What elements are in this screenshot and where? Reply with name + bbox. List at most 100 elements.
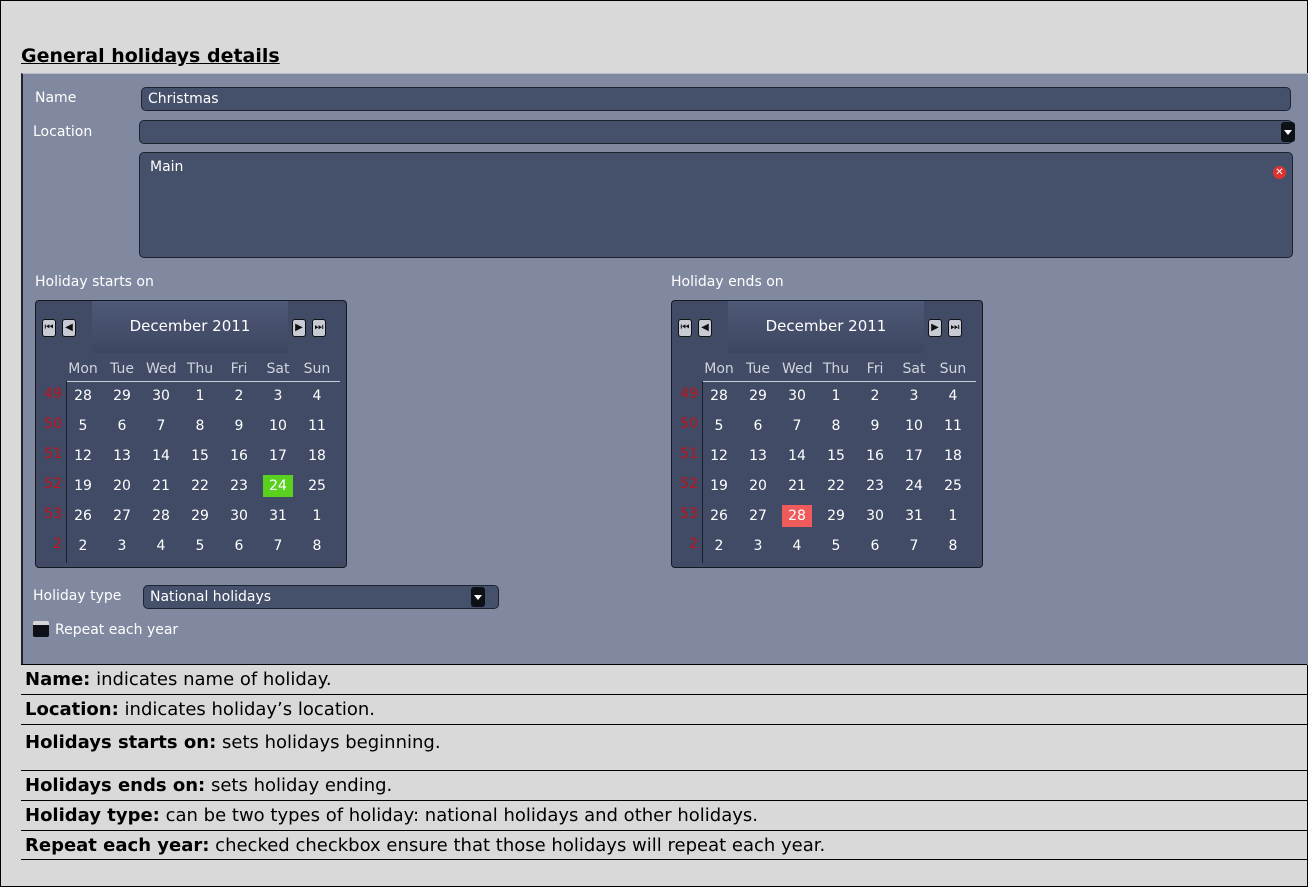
calendar-day[interactable]: 25 xyxy=(302,475,332,497)
location-dropdown-arrow-icon[interactable] xyxy=(1281,122,1295,142)
calendar-day[interactable]: 1 xyxy=(185,385,215,407)
calendar-day[interactable]: 16 xyxy=(224,445,254,467)
calendar-day[interactable]: 28 xyxy=(704,385,734,407)
calendar-day[interactable]: 29 xyxy=(185,505,215,527)
calendar-day[interactable]: 19 xyxy=(704,475,734,497)
next-year-icon[interactable]: ⏭ xyxy=(312,319,326,337)
calendar-day[interactable]: 5 xyxy=(68,415,98,437)
remove-location-icon[interactable]: ✕ xyxy=(1273,166,1286,179)
calendar-day[interactable]: 3 xyxy=(743,535,773,557)
calendar-day[interactable]: 27 xyxy=(107,505,137,527)
name-field[interactable]: Christmas xyxy=(141,87,1291,111)
calendar-day[interactable]: 2 xyxy=(860,385,890,407)
calendar-day[interactable]: 27 xyxy=(743,505,773,527)
calendar-day[interactable]: 31 xyxy=(263,505,293,527)
calendar-day[interactable]: 6 xyxy=(224,535,254,557)
calendar-day[interactable]: 7 xyxy=(899,535,929,557)
calendar-day[interactable]: 11 xyxy=(938,415,968,437)
calendar-day[interactable]: 24 xyxy=(263,475,293,497)
calendar-day[interactable]: 16 xyxy=(860,445,890,467)
holiday-type-dropdown[interactable]: National holidays xyxy=(143,585,499,609)
calendar-day[interactable]: 8 xyxy=(821,415,851,437)
calendar-day[interactable]: 13 xyxy=(107,445,137,467)
calendar-day[interactable]: 8 xyxy=(302,535,332,557)
calendar-day[interactable]: 6 xyxy=(107,415,137,437)
calendar-day[interactable]: 14 xyxy=(782,445,812,467)
repeat-checkbox[interactable] xyxy=(33,621,49,637)
calendar-day[interactable]: 4 xyxy=(938,385,968,407)
calendar-day[interactable]: 26 xyxy=(68,505,98,527)
calendar-day[interactable]: 7 xyxy=(146,415,176,437)
calendar-day[interactable]: 24 xyxy=(899,475,929,497)
calendar-day[interactable]: 18 xyxy=(938,445,968,467)
next-month-icon[interactable]: ▶ xyxy=(292,319,306,337)
calendar-day[interactable]: 31 xyxy=(899,505,929,527)
prev-year-icon[interactable]: ⏮ xyxy=(678,319,692,337)
calendar-day[interactable]: 21 xyxy=(782,475,812,497)
calendar-day[interactable]: 4 xyxy=(302,385,332,407)
calendar-day[interactable]: 12 xyxy=(704,445,734,467)
end-calendar[interactable]: ⏮ ◀ December 2011 ▶ ⏭ Mon Tue Wed Thu Fri Sat Sun 49… xyxy=(671,300,983,568)
calendar-day[interactable]: 15 xyxy=(821,445,851,467)
calendar-day[interactable]: 30 xyxy=(224,505,254,527)
calendar-day[interactable]: 6 xyxy=(860,535,890,557)
calendar-day[interactable]: 29 xyxy=(821,505,851,527)
calendar-day[interactable]: 5 xyxy=(185,535,215,557)
calendar-day[interactable]: 2 xyxy=(704,535,734,557)
start-calendar[interactable]: ⏮ ◀ December 2011 ▶ ⏭ Mon Tue Wed Thu Fri Sat Sun 49… xyxy=(35,300,347,568)
calendar-day[interactable]: 9 xyxy=(860,415,890,437)
calendar-day[interactable]: 17 xyxy=(263,445,293,467)
calendar-day[interactable]: 26 xyxy=(704,505,734,527)
calendar-day[interactable]: 5 xyxy=(704,415,734,437)
calendar-day[interactable]: 5 xyxy=(821,535,851,557)
calendar-day[interactable]: 3 xyxy=(107,535,137,557)
calendar-day[interactable]: 23 xyxy=(224,475,254,497)
calendar-day[interactable]: 12 xyxy=(68,445,98,467)
calendar-day[interactable]: 21 xyxy=(146,475,176,497)
calendar-day[interactable]: 10 xyxy=(263,415,293,437)
calendar-day[interactable]: 28 xyxy=(68,385,98,407)
calendar-day[interactable]: 3 xyxy=(263,385,293,407)
calendar-day[interactable]: 11 xyxy=(302,415,332,437)
calendar-day[interactable]: 4 xyxy=(146,535,176,557)
calendar-day[interactable]: 8 xyxy=(938,535,968,557)
calendar-day[interactable]: 2 xyxy=(68,535,98,557)
location-dropdown[interactable] xyxy=(139,120,1293,144)
calendar-day[interactable]: 10 xyxy=(899,415,929,437)
holiday-type-arrow-icon[interactable] xyxy=(471,587,485,607)
calendar-day[interactable]: 15 xyxy=(185,445,215,467)
calendar-day[interactable]: 7 xyxy=(263,535,293,557)
calendar-day[interactable]: 29 xyxy=(107,385,137,407)
calendar-day[interactable]: 17 xyxy=(899,445,929,467)
calendar-day[interactable]: 6 xyxy=(743,415,773,437)
calendar-day[interactable]: 23 xyxy=(860,475,890,497)
calendar-day[interactable]: 29 xyxy=(743,385,773,407)
calendar-day[interactable]: 22 xyxy=(821,475,851,497)
calendar-day[interactable]: 7 xyxy=(782,415,812,437)
calendar-day[interactable]: 1 xyxy=(938,505,968,527)
calendar-day[interactable]: 1 xyxy=(302,505,332,527)
calendar-day[interactable]: 3 xyxy=(899,385,929,407)
calendar-day[interactable]: 30 xyxy=(146,385,176,407)
prev-month-icon[interactable]: ◀ xyxy=(62,319,76,337)
calendar-day[interactable]: 2 xyxy=(224,385,254,407)
calendar-day[interactable]: 9 xyxy=(224,415,254,437)
next-year-icon[interactable]: ⏭ xyxy=(948,319,962,337)
prev-month-icon[interactable]: ◀ xyxy=(698,319,712,337)
calendar-day[interactable]: 13 xyxy=(743,445,773,467)
calendar-day[interactable]: 25 xyxy=(938,475,968,497)
calendar-day[interactable]: 20 xyxy=(107,475,137,497)
calendar-day[interactable]: 30 xyxy=(782,385,812,407)
calendar-day[interactable]: 8 xyxy=(185,415,215,437)
calendar-day[interactable]: 19 xyxy=(68,475,98,497)
calendar-day[interactable]: 4 xyxy=(782,535,812,557)
calendar-day[interactable]: 28 xyxy=(146,505,176,527)
location-list-item[interactable]: Main xyxy=(150,159,183,175)
calendar-day[interactable]: 28 xyxy=(782,505,812,527)
calendar-day[interactable]: 18 xyxy=(302,445,332,467)
next-month-icon[interactable]: ▶ xyxy=(928,319,942,337)
calendar-day[interactable]: 14 xyxy=(146,445,176,467)
calendar-day[interactable]: 30 xyxy=(860,505,890,527)
calendar-day[interactable]: 1 xyxy=(821,385,851,407)
calendar-day[interactable]: 20 xyxy=(743,475,773,497)
